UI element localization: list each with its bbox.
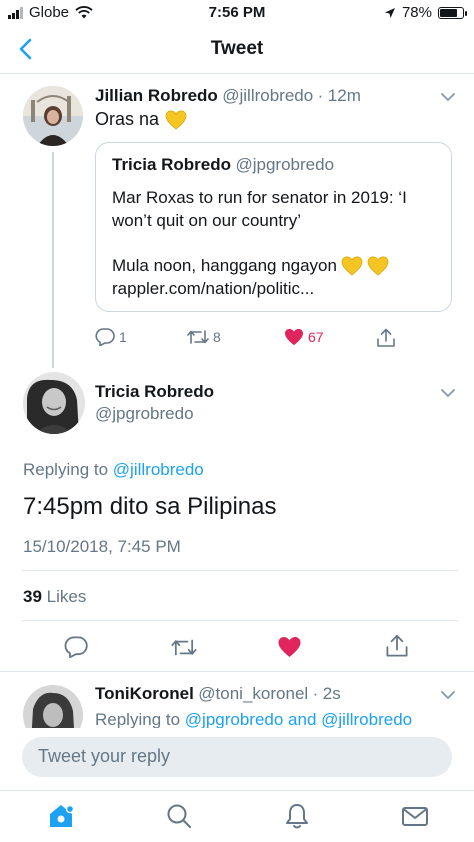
reply-count: 1 xyxy=(119,329,127,345)
retweet-icon xyxy=(187,330,209,344)
chevron-down-icon[interactable] xyxy=(440,92,456,102)
quote-line-3-wrap: Mula noon, hanggang ngayon xyxy=(112,254,389,277)
quote-line-2: won’t quit on our country’ xyxy=(112,211,301,230)
quote-line-1: Mar Roxas to run for senator in 2019: ‘I xyxy=(112,188,407,207)
share-icon[interactable] xyxy=(376,328,396,348)
tweet-time: 12m xyxy=(327,86,361,105)
search-icon[interactable] xyxy=(164,801,194,831)
status-bar: Globe 7:56 PM 78% xyxy=(0,0,474,24)
retweet-icon[interactable] xyxy=(171,637,197,658)
heart-filled-icon[interactable] xyxy=(277,636,302,658)
tweet-header: Jillian Robredo @jillrobredo · 12m xyxy=(95,86,361,106)
quote-author-name: Tricia Robredo xyxy=(112,155,232,174)
avatar[interactable] xyxy=(23,86,83,146)
likes-summary[interactable]: 39 Likes xyxy=(23,587,86,607)
reply-icon xyxy=(95,328,115,346)
author-handle[interactable]: @jillrobredo xyxy=(222,86,313,105)
tweet-text: Oras na xyxy=(95,109,187,130)
replying-prefix: Replying to xyxy=(95,710,181,728)
home-icon[interactable] xyxy=(46,801,76,831)
page-title: Tweet xyxy=(210,38,264,59)
notifications-icon[interactable] xyxy=(282,801,312,831)
replying-prefix: Replying to xyxy=(23,460,109,479)
battery-percent: 78% xyxy=(401,4,432,21)
share-icon[interactable] xyxy=(385,634,409,658)
separator: · xyxy=(312,684,319,703)
yellow-heart-icon xyxy=(367,256,389,276)
author-name[interactable]: ToniKoronel xyxy=(95,684,194,703)
likes-label: Likes xyxy=(46,587,87,606)
main-tweet-text: 7:45pm dito sa Pilipinas xyxy=(23,493,277,520)
reply-input[interactable]: Tweet your reply xyxy=(22,737,452,777)
replying-to: Replying to @jillrobredo xyxy=(23,460,204,480)
divider xyxy=(22,570,458,571)
separator: · xyxy=(317,86,324,105)
messages-icon[interactable] xyxy=(400,801,430,831)
author-handle[interactable]: @jpgrobredo xyxy=(95,404,194,424)
avatar[interactable] xyxy=(23,685,83,728)
tweet-body: Oras na xyxy=(95,109,160,129)
likes-count: 39 xyxy=(23,587,42,606)
yellow-heart-icon xyxy=(165,110,187,130)
quote-link[interactable]: rappler.com/nation/politic... xyxy=(112,277,314,300)
author-name[interactable]: Tricia Robredo xyxy=(95,382,214,402)
tweet-time: 2s xyxy=(322,684,341,703)
location-arrow-icon xyxy=(384,7,395,18)
reply-tweet[interactable]: ToniKoronel @toni_koronel · 2s Replying … xyxy=(0,672,474,728)
like-count: 67 xyxy=(308,329,324,345)
quote-author-handle: @jpgrobredo xyxy=(235,155,335,174)
chevron-down-icon[interactable] xyxy=(440,690,456,700)
thread-line xyxy=(52,152,54,368)
tab-bar xyxy=(0,790,474,842)
yellow-heart-icon xyxy=(341,256,363,276)
replying-to-link[interactable]: @jillrobredo xyxy=(113,460,204,479)
reply-icon[interactable] xyxy=(64,636,88,658)
author-name[interactable]: Jillian Robredo xyxy=(95,86,218,105)
tweet-timestamp: 15/10/2018, 7:45 PM xyxy=(23,537,181,556)
quote-line-3: Mula noon, hanggang ngayon xyxy=(112,256,337,275)
replying-to-link[interactable]: @jpgrobredo and @jillrobredo xyxy=(185,710,412,728)
retweet-count: 8 xyxy=(213,329,221,345)
like-button[interactable]: 67 xyxy=(284,328,324,346)
quoted-tweet[interactable]: Tricia Robredo @jpgrobredo Mar Roxas to … xyxy=(95,142,452,312)
author-handle[interactable]: @toni_koronel xyxy=(198,684,308,703)
retweet-button[interactable]: 8 xyxy=(187,328,221,346)
heart-filled-icon xyxy=(285,328,303,346)
avatar[interactable] xyxy=(23,372,85,434)
divider xyxy=(22,620,458,621)
reply-replying-to: Replying to @jpgrobredo and @jillrobredo xyxy=(95,710,412,728)
reply-header: ToniKoronel @toni_koronel · 2s xyxy=(95,684,341,704)
chevron-down-icon[interactable] xyxy=(440,388,456,398)
status-right: 78% xyxy=(384,4,467,21)
reply-button[interactable]: 1 xyxy=(95,328,127,346)
quote-header: Tricia Robredo @jpgrobredo xyxy=(112,155,334,175)
nav-bar: Tweet xyxy=(0,24,474,74)
battery-icon xyxy=(438,6,467,19)
